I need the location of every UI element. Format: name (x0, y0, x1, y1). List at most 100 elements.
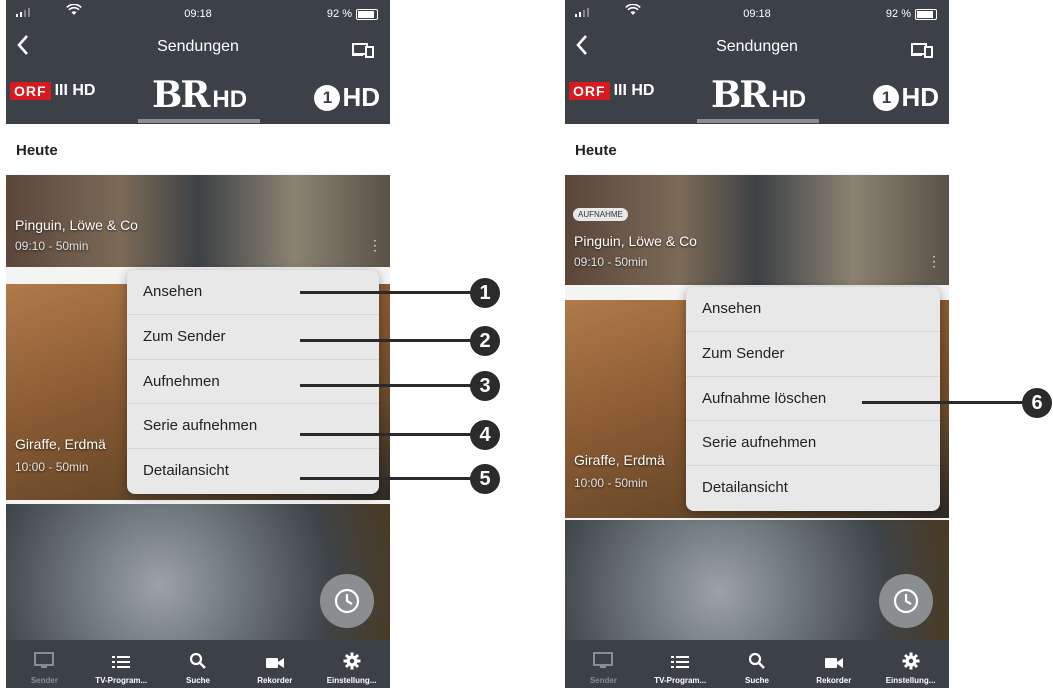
nav-bar: Sendungen (6, 28, 390, 68)
menu-item-aufnahme-loeschen[interactable]: Aufnahme löschen (686, 377, 940, 422)
tv-icon (593, 652, 614, 668)
br-logo-suffix: HD (771, 86, 807, 113)
tab-label: TV-Program... (95, 676, 148, 685)
callout-number: 4 (470, 420, 500, 450)
day-label: Heute (575, 142, 617, 159)
tab-label: TV-Program... (654, 676, 707, 685)
br-logo-suffix: HD (212, 86, 248, 113)
clock-icon (334, 588, 360, 614)
tab-suche[interactable]: Suche (719, 640, 796, 688)
channel-strip[interactable]: ORF III HD BR HD 1 HD (6, 68, 390, 124)
callout-number: 5 (470, 464, 500, 494)
menu-item-detailansicht[interactable]: Detailansicht (686, 466, 940, 511)
devices-icon[interactable] (352, 42, 374, 63)
phone-screen-right: 09:18 92 % Sendungen ORF III HD BR HD 1 H… (565, 0, 949, 688)
one-logo-suffix: HD (901, 82, 939, 112)
menu-item-zum-sender[interactable]: Zum Sender (127, 315, 379, 360)
tab-einstellungen[interactable]: Einstellung... (313, 640, 390, 688)
active-channel-indicator (697, 119, 819, 123)
tab-tv-program[interactable]: TV-Program... (83, 640, 160, 688)
channel-orf[interactable]: ORF III HD (569, 82, 654, 100)
context-menu: Ansehen Zum Sender Aufnehmen Serie aufne… (127, 270, 379, 494)
show-time: 10:00 - 50min (15, 460, 89, 474)
search-icon (189, 652, 206, 669)
channel-br[interactable]: BR HD (711, 74, 806, 116)
orf-logo: ORF (10, 82, 51, 100)
br-logo: BR (152, 74, 210, 116)
tab-label: Rekorder (816, 676, 852, 685)
show-title: Giraffe, Erdmä (574, 452, 665, 468)
tab-label: Sender (30, 676, 58, 685)
br-logo: BR (711, 74, 769, 116)
tab-suche[interactable]: Suche (160, 640, 237, 688)
day-header: Heute (6, 124, 390, 174)
nav-bar: Sendungen (565, 28, 949, 68)
tab-tv-program[interactable]: TV-Program... (642, 640, 719, 688)
show-time: 09:10 - 50min (15, 239, 89, 253)
show-card[interactable]: AUFNAHME Pinguin, Löwe & Co 09:10 - 50mi… (565, 175, 949, 285)
channel-orf[interactable]: ORF III HD (10, 82, 95, 100)
clock-button[interactable] (879, 574, 933, 628)
orf-logo-suffix: III HD (54, 82, 96, 99)
page-title: Sendungen (716, 38, 798, 55)
camera-icon (824, 658, 843, 668)
channel-one[interactable]: 1 HD (314, 82, 380, 113)
gear-icon (343, 652, 361, 670)
list-icon (671, 656, 690, 668)
battery-status: 92 % (886, 8, 937, 20)
tab-label: Suche (744, 676, 769, 685)
menu-item-aufnehmen[interactable]: Aufnehmen (127, 360, 379, 405)
tab-label: Sender (589, 676, 617, 685)
tab-label: Einstellung... (885, 676, 936, 685)
tab-sender[interactable]: Sender (565, 640, 642, 688)
more-options-icon[interactable]: ⋮ (368, 237, 382, 254)
tv-icon (34, 652, 55, 668)
channel-strip[interactable]: ORF III HD BR HD 1 HD (565, 68, 949, 124)
show-time: 10:00 - 50min (574, 476, 648, 490)
clock-button[interactable] (320, 574, 374, 628)
phone-screen-left: 09:18 92 % Sendungen ORF III HD BR HD 1 H… (6, 0, 390, 688)
channel-one[interactable]: 1 HD (873, 82, 939, 113)
clock-icon (893, 588, 919, 614)
menu-item-ansehen[interactable]: Ansehen (686, 287, 940, 332)
tab-rekorder[interactable]: Rekorder (795, 640, 872, 688)
tab-label: Rekorder (257, 676, 293, 685)
callout-line (300, 291, 476, 294)
show-title: Pinguin, Löwe & Co (15, 217, 138, 233)
menu-item-detailansicht[interactable]: Detailansicht (127, 449, 379, 494)
devices-icon[interactable] (911, 42, 933, 63)
show-card[interactable]: Pinguin, Löwe & Co 09:10 - 50min ⋮ (6, 175, 390, 267)
tab-bar: Sender TV-Program... Suche Rekorder Eins… (6, 640, 390, 688)
one-logo: 1 (314, 84, 341, 111)
status-bar: 09:18 92 % (6, 0, 390, 28)
menu-item-serie-aufnehmen[interactable]: Serie aufnehmen (127, 404, 379, 450)
show-title: Pinguin, Löwe & Co (574, 233, 697, 249)
menu-item-serie-aufnehmen[interactable]: Serie aufnehmen (686, 421, 940, 467)
tab-label: Suche (185, 676, 210, 685)
callout-line (300, 384, 476, 387)
show-time: 09:10 - 50min (574, 255, 648, 269)
battery-percent: 92 % (326, 8, 352, 20)
gear-icon (902, 652, 920, 670)
orf-logo: ORF (569, 82, 610, 100)
callout-line (300, 433, 476, 436)
tab-label: Einstellung... (326, 676, 377, 685)
tab-sender[interactable]: Sender (6, 640, 83, 688)
tab-einstellungen[interactable]: Einstellung... (872, 640, 949, 688)
channel-br[interactable]: BR HD (152, 74, 247, 116)
page-title: Sendungen (157, 38, 239, 55)
search-icon (748, 652, 765, 669)
callout-number: 3 (470, 371, 500, 401)
more-options-icon[interactable]: ⋮ (927, 253, 941, 270)
camera-icon (265, 658, 284, 668)
callout-line (300, 477, 476, 480)
status-bar: 09:18 92 % (565, 0, 949, 28)
callout-number: 2 (470, 326, 500, 356)
context-menu: Ansehen Zum Sender Aufnahme löschen Seri… (686, 287, 940, 511)
menu-item-zum-sender[interactable]: Zum Sender (686, 332, 940, 377)
day-label: Heute (16, 142, 58, 159)
battery-percent: 92 % (885, 8, 911, 20)
battery-icon (915, 8, 937, 20)
show-title: Giraffe, Erdmä (15, 436, 106, 452)
tab-rekorder[interactable]: Rekorder (236, 640, 313, 688)
